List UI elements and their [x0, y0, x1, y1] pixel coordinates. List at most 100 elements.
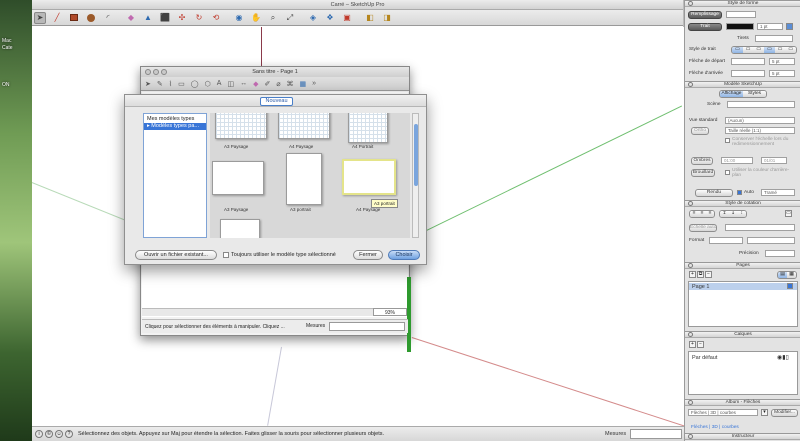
stroke-width-field[interactable]: 1 pt [757, 23, 783, 30]
scale-select[interactable]: Taille réelle (1:1) [725, 127, 795, 134]
category-my-templates[interactable]: Mes modèles types [144, 116, 206, 123]
geolocation-icon[interactable]: i [35, 430, 43, 438]
rotate-icon[interactable]: ↻ [193, 12, 205, 24]
auto-scale-button[interactable]: Échelle auto [689, 224, 717, 232]
layout-icon[interactable]: ▣ [341, 12, 353, 24]
collapse-icon[interactable] [688, 332, 693, 337]
pencil-icon[interactable]: ✎ [157, 80, 163, 88]
template-thumbnail[interactable] [286, 153, 322, 205]
select-arrow-icon[interactable]: ➤ [145, 80, 151, 88]
collapse-icon[interactable] [688, 1, 693, 6]
model-tabs[interactable]: Affichage Styles [719, 90, 767, 98]
remove-page-icon[interactable]: − [705, 271, 712, 278]
page-view-segment[interactable]: ▤ ▦ [777, 271, 797, 279]
close-button[interactable]: Fermer [353, 250, 383, 260]
start-size-field[interactable]: 5 pt [769, 58, 795, 65]
stroke-button[interactable]: Trait [688, 23, 722, 31]
always-use-checkbox[interactable] [223, 252, 229, 258]
auto-checkbox[interactable] [737, 190, 742, 195]
collapse-icon[interactable] [688, 263, 693, 268]
scale-field[interactable] [725, 224, 795, 231]
screen-icon[interactable]: ▦ [300, 80, 307, 88]
stepper-icon[interactable] [786, 23, 793, 30]
eraser-icon[interactable]: ◆ [125, 12, 137, 24]
format-select[interactable] [709, 237, 743, 244]
3d-warehouse-icon[interactable]: ◈ [307, 12, 319, 24]
template-thumbnail-selected[interactable] [342, 159, 396, 195]
credits-icon[interactable]: © [45, 430, 53, 438]
open-existing-button[interactable]: Ouvrir un fichier existant... [135, 250, 217, 260]
layout-measure-input[interactable] [329, 322, 405, 331]
category-default-templates[interactable]: ▸ Modèles types pa... [144, 123, 206, 130]
fill-button[interactable]: Remplissage [688, 11, 722, 19]
layers-header[interactable]: Calques [685, 331, 800, 338]
help-icon[interactable]: ? [65, 430, 73, 438]
minimize-window-icon[interactable] [153, 69, 159, 75]
dimension-style-header[interactable]: Style de cotation [685, 200, 800, 207]
template-scrollbar[interactable] [412, 113, 419, 238]
page-name[interactable]: Page 1 [692, 284, 709, 290]
collapse-icon[interactable] [688, 400, 693, 405]
shadows-button[interactable]: Ombres [691, 157, 713, 165]
shape-style-header[interactable]: Style de forme [685, 0, 800, 7]
render-mode-select[interactable]: Tramé [761, 189, 795, 196]
dashes-field[interactable] [755, 35, 793, 42]
time-field[interactable]: 01:00 [721, 157, 753, 164]
layer-name[interactable]: Par défaut [692, 355, 717, 361]
remove-layer-icon[interactable]: − [697, 341, 704, 348]
components-icon[interactable]: ❖ [324, 12, 336, 24]
instructor-header[interactable]: Instructeur [685, 433, 800, 440]
template-thumbnail[interactable] [215, 113, 267, 139]
ortho-button[interactable]: Ortho [691, 127, 709, 135]
template-category-list[interactable]: Mes modèles types ▸ Modèles types pa... [143, 113, 207, 238]
zoom-icon[interactable]: ⌕ [267, 12, 279, 24]
style-builder-icon[interactable]: ◧ [364, 12, 376, 24]
follow-me-icon[interactable]: ⟲ [210, 12, 222, 24]
bg-color-checkbox[interactable] [725, 170, 730, 175]
album-select[interactable]: Flèches | 3D | courbes [688, 409, 758, 416]
position-segment[interactable]: ↥ ↧ ↕ [719, 210, 747, 218]
duplicate-page-icon[interactable]: ⧉ [697, 271, 704, 278]
circle-icon[interactable] [85, 12, 97, 24]
tab-new[interactable]: Nouveau [260, 97, 293, 106]
collapse-icon[interactable] [688, 201, 693, 206]
join-icon[interactable]: ⌘ [287, 80, 294, 88]
template-thumbnail[interactable] [220, 219, 260, 238]
add-layer-icon[interactable]: + [689, 341, 696, 348]
album-menu-icon[interactable]: ▾ [761, 409, 768, 416]
keep-scale-checkbox[interactable] [725, 138, 730, 143]
render-button[interactable]: Rendu [695, 189, 733, 197]
zoom-extents-icon[interactable]: ⤢ [284, 12, 296, 24]
pages-header[interactable]: Pages [685, 262, 800, 269]
label-icon[interactable]: ◫ [227, 80, 234, 88]
date-field[interactable]: 01/01 [761, 157, 787, 164]
extension-icon[interactable]: ◨ [381, 12, 393, 24]
zoom-level[interactable]: 93% [373, 308, 407, 316]
layers-list[interactable]: Par défaut ◉▮▯ [688, 351, 798, 395]
fill-color-field[interactable] [726, 11, 756, 18]
stroke-color-field[interactable] [726, 23, 754, 30]
dimension-icon[interactable]: ▭ [785, 210, 792, 217]
polygon-icon[interactable]: ⬡ [205, 80, 211, 88]
circle-icon[interactable]: ◯ [191, 80, 199, 88]
horizontal-scrollbar[interactable] [142, 308, 373, 316]
text-icon[interactable]: A [217, 80, 222, 87]
stroke-style-segment[interactable]: ▭ ▭ ▭ ▭ ▭ ▭ [731, 46, 797, 54]
template-thumbnail[interactable] [348, 113, 388, 143]
sketchup-model-header[interactable]: Modèle SketchUp [685, 81, 800, 88]
orbit-icon[interactable]: ◉ [233, 12, 245, 24]
arc-icon[interactable]: ◜ [102, 12, 114, 24]
album-header[interactable]: Album - Flèches [685, 399, 800, 406]
select-arrow-icon[interactable]: ➤ [34, 11, 46, 24]
scrollbar-thumb[interactable] [414, 124, 418, 186]
standard-view-select[interactable]: (Aucun) [725, 117, 795, 124]
start-arrow-field[interactable] [731, 58, 765, 65]
style-icon[interactable]: ✐ [264, 80, 270, 88]
tab-styles[interactable]: Styles [743, 91, 766, 97]
more-icon[interactable]: » [312, 80, 316, 87]
push-pull-icon[interactable]: ⬛ [159, 12, 171, 24]
user-icon[interactable]: ☺ [55, 430, 63, 438]
choose-button[interactable]: Choisir [388, 250, 420, 260]
align-segment[interactable]: ≡ ≡ ≡ [689, 210, 715, 218]
line-pencil-icon[interactable]: ╱ [51, 12, 63, 24]
